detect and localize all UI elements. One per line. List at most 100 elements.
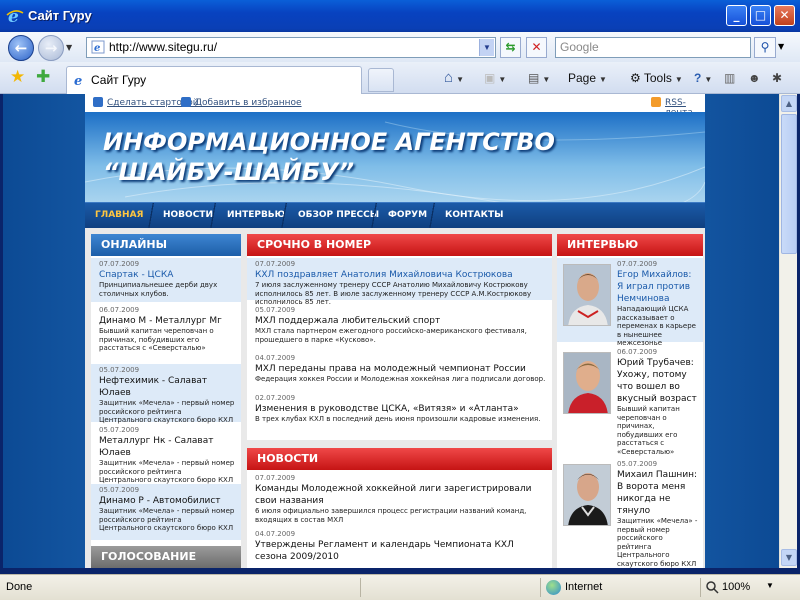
ie-logo-icon: e (6, 7, 24, 24)
interview-item[interactable]: 07.07.2009 Егор Михайлов: Я играл против… (557, 258, 703, 347)
item-title[interactable]: Изменения в руководстве ЦСКА, «Витязя» и… (255, 403, 546, 415)
item-title[interactable]: Утверждены Регламент и календарь Чемпион… (255, 539, 546, 563)
rss-icon (651, 97, 661, 107)
recent-pages-dropdown-icon[interactable]: ▼ (66, 43, 72, 52)
site-banner: ИНФОРМАЦИОННОЕ АГЕНТСТВО “ШАЙБУ-ШАЙБУ” (85, 112, 705, 202)
urgent-item[interactable]: 05.07.2009 МХЛ поддержала любительский с… (247, 304, 552, 344)
favorites-star-icon[interactable]: ★ (10, 67, 25, 87)
item-desc: 7 июля заслуженному тренеру СССР Анатоли… (255, 281, 532, 306)
item-date: 07.07.2009 (255, 474, 296, 482)
tools-menu-label: Tools (643, 71, 672, 85)
menu-item-news[interactable]: НОВОСТИ (163, 210, 213, 220)
menu-separator (428, 203, 436, 229)
banner-title-line1: ИНФОРМАЦИОННОЕ АГЕНТСТВО (103, 128, 555, 156)
player-photo[interactable] (563, 264, 611, 326)
item-title[interactable]: Спартак - ЦСКА (99, 269, 235, 281)
page-menu[interactable]: Page ▼ (568, 68, 607, 88)
zoom-level[interactable]: 100% (722, 581, 750, 593)
back-button[interactable]: ← (8, 35, 34, 61)
search-options-dropdown-icon[interactable]: ▼ (778, 42, 784, 51)
online-item[interactable]: 05.07.2009 Металлург Нк - Салават Юлаев … (91, 424, 241, 484)
item-title[interactable]: Юрий Трубачев: Ухожу, потому что вошел в… (617, 357, 699, 405)
item-title[interactable]: Динамо Р - Автомобилист (99, 495, 235, 507)
search-input[interactable]: Google (555, 37, 751, 58)
urgent-item[interactable]: 02.07.2009 Изменения в руководстве ЦСКА,… (247, 392, 552, 426)
new-tab-button[interactable] (368, 68, 394, 92)
close-button[interactable]: ✕ (774, 5, 795, 26)
interview-header: ИНТЕРВЬЮ (557, 234, 703, 256)
minimize-button[interactable]: _ (726, 5, 747, 26)
title-bar: e Сайт Гуру _ □ ✕ (0, 0, 800, 32)
online-item[interactable]: 05.07.2009 Нефтехимик - Салават Юлаев За… (91, 364, 241, 424)
item-title[interactable]: Михаил Пашнин: В ворота меня никогда не … (617, 469, 699, 517)
scroll-thumb[interactable] (781, 114, 797, 254)
plus-icon (181, 97, 191, 107)
item-title[interactable]: КХЛ поздравляет Анатолия Михайловича Кос… (255, 269, 546, 281)
interview-item[interactable]: 06.07.2009 Юрий Трубачев: Ухожу, потому … (557, 346, 703, 456)
item-title[interactable]: Команды Молодежной хоккейной лиги зареги… (255, 483, 546, 507)
zoom-dropdown-icon[interactable]: ▼ (766, 581, 774, 590)
address-bar[interactable]: e http://www.sitegu.ru/ ▼ (86, 37, 496, 58)
player-photo[interactable] (563, 352, 611, 414)
menu-item-home[interactable]: ГЛАВНАЯ (95, 210, 143, 220)
item-title[interactable]: Металлург Нк - Салават Юлаев (99, 435, 235, 459)
refresh-button[interactable]: ⇆ (500, 37, 521, 58)
item-date: 07.07.2009 (255, 260, 296, 268)
menu-item-interview[interactable]: ИНТЕРВЬЮ (227, 210, 285, 220)
checkbox-icon (93, 97, 103, 107)
news-header: НОВОСТИ (247, 448, 552, 470)
news-item[interactable]: 07.07.2009 Команды Молодежной хоккейной … (247, 472, 552, 524)
add-favorites-link[interactable]: Добавить в избранное (195, 98, 302, 108)
player-photo[interactable] (563, 464, 611, 526)
item-date: 07.07.2009 (99, 260, 140, 268)
item-desc: Защитник «Мечела» - первый номер российс… (99, 399, 235, 424)
security-zone[interactable]: Internet (565, 581, 602, 593)
item-desc: Бывший капитан череповчан о причинах, по… (99, 327, 214, 352)
window-title: Сайт Гуру (28, 8, 92, 23)
maximize-button[interactable]: □ (750, 5, 771, 26)
site-page: Сделать стартовой Добавить в избранное R… (85, 94, 705, 568)
search-button[interactable]: ⚲ (754, 37, 776, 58)
status-separator (360, 578, 361, 597)
print-icon[interactable]: ▤ ▼ (528, 68, 550, 88)
news-item[interactable]: 04.07.2009 Утверждены Регламент и календ… (247, 528, 552, 568)
menu-item-press[interactable]: ОБЗОР ПРЕССЫ (298, 210, 379, 220)
home-icon[interactable]: ⌂ ▼ (444, 68, 464, 88)
address-dropdown-icon[interactable]: ▼ (479, 39, 494, 56)
vertical-scrollbar[interactable]: ▲ ▼ (779, 94, 797, 568)
help-icon[interactable]: ? ▼ (694, 68, 712, 88)
online-item[interactable]: 05.07.2009 Динамо Р - Автомобилист Защит… (91, 484, 241, 540)
urgent-item[interactable]: 07.07.2009 КХЛ поздравляет Анатолия Миха… (247, 258, 552, 306)
online-item[interactable]: 06.07.2009 Динамо М - Металлург Мг Бывши… (91, 304, 241, 362)
item-title[interactable]: МХЛ переданы права на молодежный чемпион… (255, 363, 546, 375)
feeds-icon[interactable]: ▣ ▼ (484, 68, 506, 88)
messenger-icon[interactable]: ☻ (748, 68, 761, 88)
urgent-item[interactable]: 04.07.2009 МХЛ переданы права на молодеж… (247, 352, 552, 386)
menu-item-forum[interactable]: ФОРУМ (388, 210, 427, 220)
item-title[interactable]: МХЛ поддержала любительский спорт (255, 315, 546, 327)
vote-header: ГОЛОСОВАНИЕ (91, 546, 241, 568)
item-date: 02.07.2009 (255, 394, 296, 402)
forward-button[interactable]: → (38, 35, 64, 61)
svg-text:e: e (74, 74, 82, 87)
tools-menu[interactable]: ⚙ Tools ▼ (630, 68, 683, 88)
item-title[interactable]: Динамо М - Металлург Мг (99, 315, 235, 327)
banner-title-line2: “ШАЙБУ-ШАЙБУ” (103, 158, 355, 186)
interview-item[interactable]: 05.07.2009 Михаил Пашнин: В ворота меня … (557, 458, 703, 568)
tab-active[interactable]: e Сайт Гуру (66, 66, 362, 94)
item-title[interactable]: Нефтехимик - Салават Юлаев (99, 375, 235, 399)
item-date: 05.07.2009 (255, 306, 296, 314)
menu-item-contacts[interactable]: КОНТАКТЫ (445, 210, 503, 220)
add-favorites-icon[interactable]: ✚ (36, 67, 50, 87)
item-desc: Принципиальнешее дерби двух столичных кл… (99, 281, 218, 298)
item-date: 05.07.2009 (99, 366, 140, 374)
scroll-down-icon[interactable]: ▼ (781, 549, 797, 566)
item-date: 05.07.2009 (99, 486, 140, 494)
research-icon[interactable]: ▥ (724, 68, 735, 88)
scroll-up-icon[interactable]: ▲ (781, 95, 797, 112)
stop-button[interactable]: ✕ (526, 37, 547, 58)
bluetooth-icon[interactable]: ✱ (772, 68, 782, 88)
online-item[interactable]: 07.07.2009 Спартак - ЦСКА Принципиальнеш… (91, 258, 241, 302)
zoom-icon[interactable] (706, 581, 719, 594)
item-title[interactable]: Егор Михайлов: Я играл против Немчинова (617, 269, 699, 305)
